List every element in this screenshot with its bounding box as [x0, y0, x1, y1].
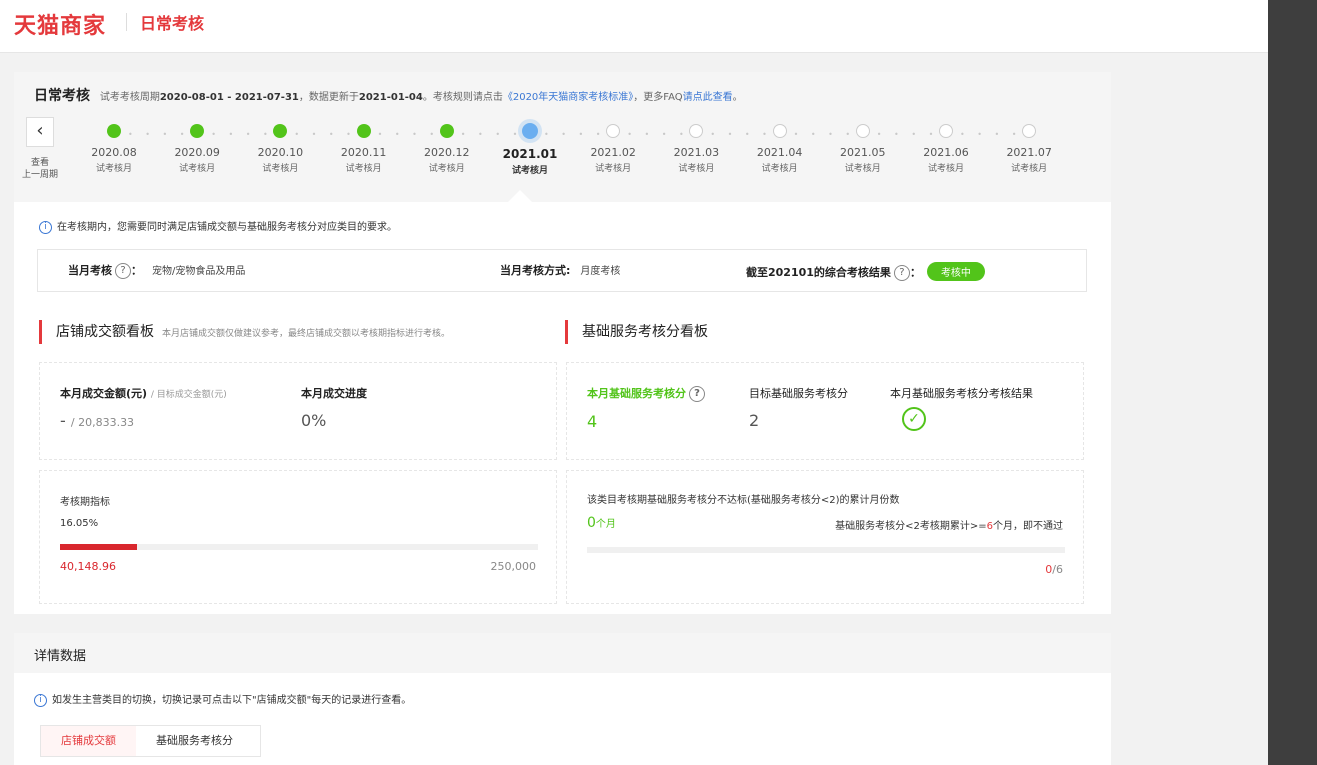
service-score-card: 本月基础服务考核分? 4 目标基础服务考核分 2 本月基础服务考核分考核结果 ✓ [566, 362, 1084, 460]
service-fail-card: 该类目考核期基础服务考核分不达标(基础服务考核分<2)的累计月份数 0个月 基础… [566, 470, 1084, 604]
sales-amount-card: 本月成交金额(元) / 目标成交金额(元) - / 20,833.33 本月成交… [39, 362, 557, 460]
month-status-dot [939, 124, 953, 138]
month-sublabel: 试考核月 [511, 166, 548, 176]
info-icon: i [39, 220, 52, 234]
timeline-area: 日常考核 试考考核周期2020-08-01 - 2021-07-31，数据更新于… [14, 72, 1111, 202]
fail-progress-bar [587, 547, 1065, 553]
exam-notice: i 在考核期内，您需要同时满足店铺成交额与基础服务考核分对应类目的要求。 [39, 218, 397, 234]
tab-service-score[interactable]: 基础服务考核分 [136, 726, 253, 756]
month-label: 2020.08 [91, 146, 137, 159]
month-label: 2021.04 [756, 146, 803, 159]
chevron-left-icon: ‹ [36, 120, 44, 141]
detail-tabs: 店铺成交额 基础服务考核分 [40, 725, 261, 757]
month-status-dot [522, 123, 538, 139]
fail-count: 0个月 [587, 515, 616, 531]
prev-period-button[interactable]: ‹ [26, 117, 54, 147]
info-icon: i [34, 693, 47, 707]
month-status-dot [772, 124, 787, 138]
month-label: 2020.09 [174, 146, 220, 159]
fail-ratio: 0/6 [1045, 563, 1063, 576]
month-status-dot [107, 124, 121, 138]
month-sublabel: 试考核月 [761, 164, 798, 174]
method-value: 月度考核 [580, 266, 621, 277]
prev-period-label[interactable]: 查看 上一周期 [14, 157, 66, 181]
month-status-dot [439, 124, 454, 138]
month-sublabel: 试考核月 [595, 164, 632, 174]
summary-box: 当月考核?：宠物/宠物食品及用品 当月考核方式: 月度考核 截至202101的综合… [37, 249, 1087, 292]
detail-title: 详情数据 [34, 649, 87, 664]
month-label: 2020.12 [424, 146, 470, 159]
sales-progress-stat: 本月成交进度 0% [301, 387, 367, 430]
method-item: 当月考核方式: 月度考核 [500, 264, 621, 277]
check-circle-icon: ✓ [902, 407, 926, 431]
period-percent: 16.05% [60, 518, 99, 529]
fail-title: 该类目考核期基础服务考核分不达标(基础服务考核分<2)的累计月份数 [587, 495, 900, 506]
month-status-dot [689, 124, 704, 138]
month-label: 2021.01 [502, 147, 558, 161]
help-icon[interactable]: ? [893, 265, 910, 281]
service-score-stat: 本月基础服务考核分? 4 [587, 385, 705, 431]
tmall-logo[interactable]: 天猫商家 [14, 8, 106, 40]
month-sublabel: 试考核月 [678, 164, 715, 174]
detail-header: 详情数据 [14, 633, 1111, 673]
month-label: 2021.05 [840, 146, 886, 159]
sales-amount-stat: 本月成交金额(元) / 目标成交金额(元) - / 20,833.33 [60, 387, 227, 430]
month-sublabel: 试考核月 [262, 164, 299, 174]
help-icon[interactable]: ? [689, 386, 705, 402]
period-index-label: 考核期指标 [60, 497, 110, 508]
month-sublabel: 试考核月 [345, 164, 382, 174]
detail-panel: 详情数据 i 如发生主营类目的切换，切换记录可点击以下"店铺成交额"每天的记录进行… [14, 633, 1111, 765]
tab-sales[interactable]: 店铺成交额 [41, 726, 136, 756]
month-status-dot [190, 124, 205, 138]
month-sublabel: 试考核月 [1011, 164, 1048, 174]
period-progress-fill [60, 544, 137, 550]
current-month-pointer [508, 190, 532, 202]
month-exam-item: 当月考核?：宠物/宠物食品及用品 [68, 263, 246, 279]
month-exam-value: 宠物/宠物食品及用品 [152, 266, 246, 277]
month-status-dot [356, 124, 371, 138]
service-board-title: 基础服务考核分看板 [565, 320, 708, 344]
period-current-value: 40,148.96 [60, 560, 116, 573]
service-target-stat: 目标基础服务考核分 2 [749, 387, 848, 430]
month-label: 2020.11 [340, 146, 387, 159]
status-badge: 考核中 [926, 262, 985, 281]
month-sublabel: 试考核月 [927, 164, 964, 174]
month-status-dot [1022, 124, 1037, 138]
right-side-panel [1268, 0, 1317, 765]
service-result-stat: 本月基础服务考核分考核结果 ✓ [890, 385, 1033, 431]
month-label: 2021.03 [673, 146, 720, 159]
detail-notice: i 如发生主营类目的切换，切换记录可点击以下"店铺成交额"每天的记录进行查看。 [34, 691, 411, 707]
faq-link[interactable]: 请点此查看 [683, 92, 733, 103]
top-header: 天猫商家 日常考核 [0, 0, 1268, 53]
period-target-value: 250,000 [490, 560, 537, 573]
month-sublabel: 试考核月 [844, 164, 881, 174]
help-icon[interactable]: ? [115, 263, 131, 279]
rule-link[interactable]: 《2020年天猫商家考核标准》 [503, 92, 633, 103]
period-index-card: 考核期指标 16.05% 40,148.96 250,000 [39, 470, 557, 604]
month-sublabel: 试考核月 [179, 164, 216, 174]
fail-rule: 基础服务考核分<2考核期累计>=6个月，即不通过 [835, 521, 1063, 532]
page-title: 日常考核 [140, 14, 205, 33]
month-sublabel: 试考核月 [428, 164, 465, 174]
month-status-dot [855, 124, 870, 138]
timeline-month-2021.07[interactable]: 2021.07 试考核月 [989, 124, 1069, 174]
period-progress-bar [60, 544, 538, 550]
month-status-dot [606, 124, 621, 138]
exam-title: 日常考核 [34, 88, 90, 104]
month-label: 2021.07 [1006, 146, 1052, 159]
month-label: 2020.10 [257, 146, 304, 159]
month-status-dot [273, 124, 288, 138]
month-sublabel: 试考核月 [95, 164, 132, 174]
logo-divider [126, 13, 127, 31]
result-item: 截至202101的综合考核结果?：考核中 [746, 262, 985, 281]
month-label: 2021.02 [590, 146, 636, 159]
exam-title-row: 日常考核 试考考核周期2020-08-01 - 2021-07-31，数据更新于… [34, 85, 743, 105]
daily-exam-panel: 日常考核 试考考核周期2020-08-01 - 2021-07-31，数据更新于… [14, 72, 1111, 614]
month-label: 2021.06 [923, 146, 969, 159]
exam-description: 试考考核周期2020-08-01 - 2021-07-31，数据更新于2021-… [99, 92, 743, 103]
sales-board-title: 店铺成交额看板 本月店铺成交额仅做建议参考，最终店铺成交额以考核期指标进行考核。 [39, 320, 450, 344]
